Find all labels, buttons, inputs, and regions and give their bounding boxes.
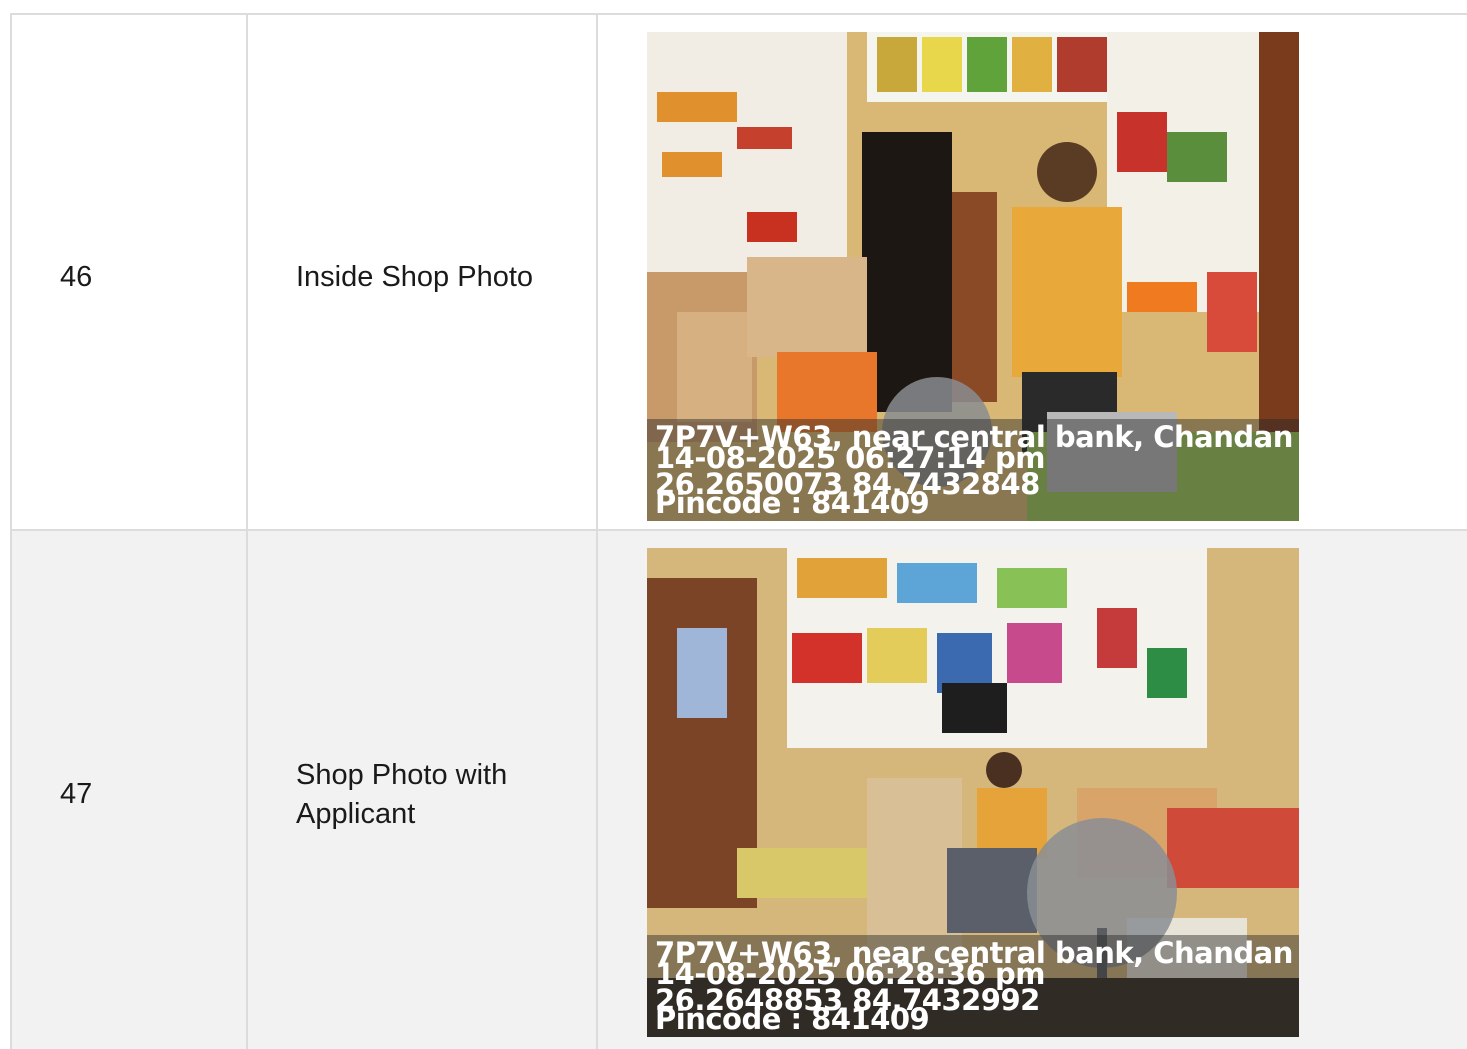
geotag-pincode: Pincode : 841409 <box>655 486 930 520</box>
photo-geotag-overlay: 7P7V+W63, near central bank, Chandan Gup… <box>647 419 1299 521</box>
photo-geotag-overlay: 7P7V+W63, near central bank, Chandan Gup… <box>647 935 1299 1037</box>
row-number: 47 <box>60 778 93 810</box>
row-label-cell: Inside Shop Photo <box>246 15 597 530</box>
photo-cell: 7P7V+W63, near central bank, Chandan Gup… <box>596 15 1467 530</box>
photo-cell: 7P7V+W63, near central bank, Chandan Gup… <box>596 531 1467 1049</box>
geotag-pincode: Pincode : 841409 <box>655 1002 930 1036</box>
row-number-cell: 47 <box>10 531 247 1049</box>
shop-photo[interactable]: 7P7V+W63, near central bank, Chandan Gup… <box>647 548 1299 1037</box>
row-number: 46 <box>60 261 93 293</box>
row-label-cell: Shop Photo with Applicant <box>246 531 597 1049</box>
row-number-cell: 46 <box>10 15 247 530</box>
row-label: Inside Shop Photo <box>296 261 534 293</box>
table-row: 47 Shop Photo with Applicant 7P7V+W63, n… <box>10 529 1467 1049</box>
table-row: 46 Inside Shop Photo 7P7V+W63, near cent… <box>10 13 1467 530</box>
row-label: Shop Photo with Applicant <box>296 759 508 830</box>
shop-photo[interactable]: 7P7V+W63, near central bank, Chandan Gup… <box>647 32 1299 521</box>
